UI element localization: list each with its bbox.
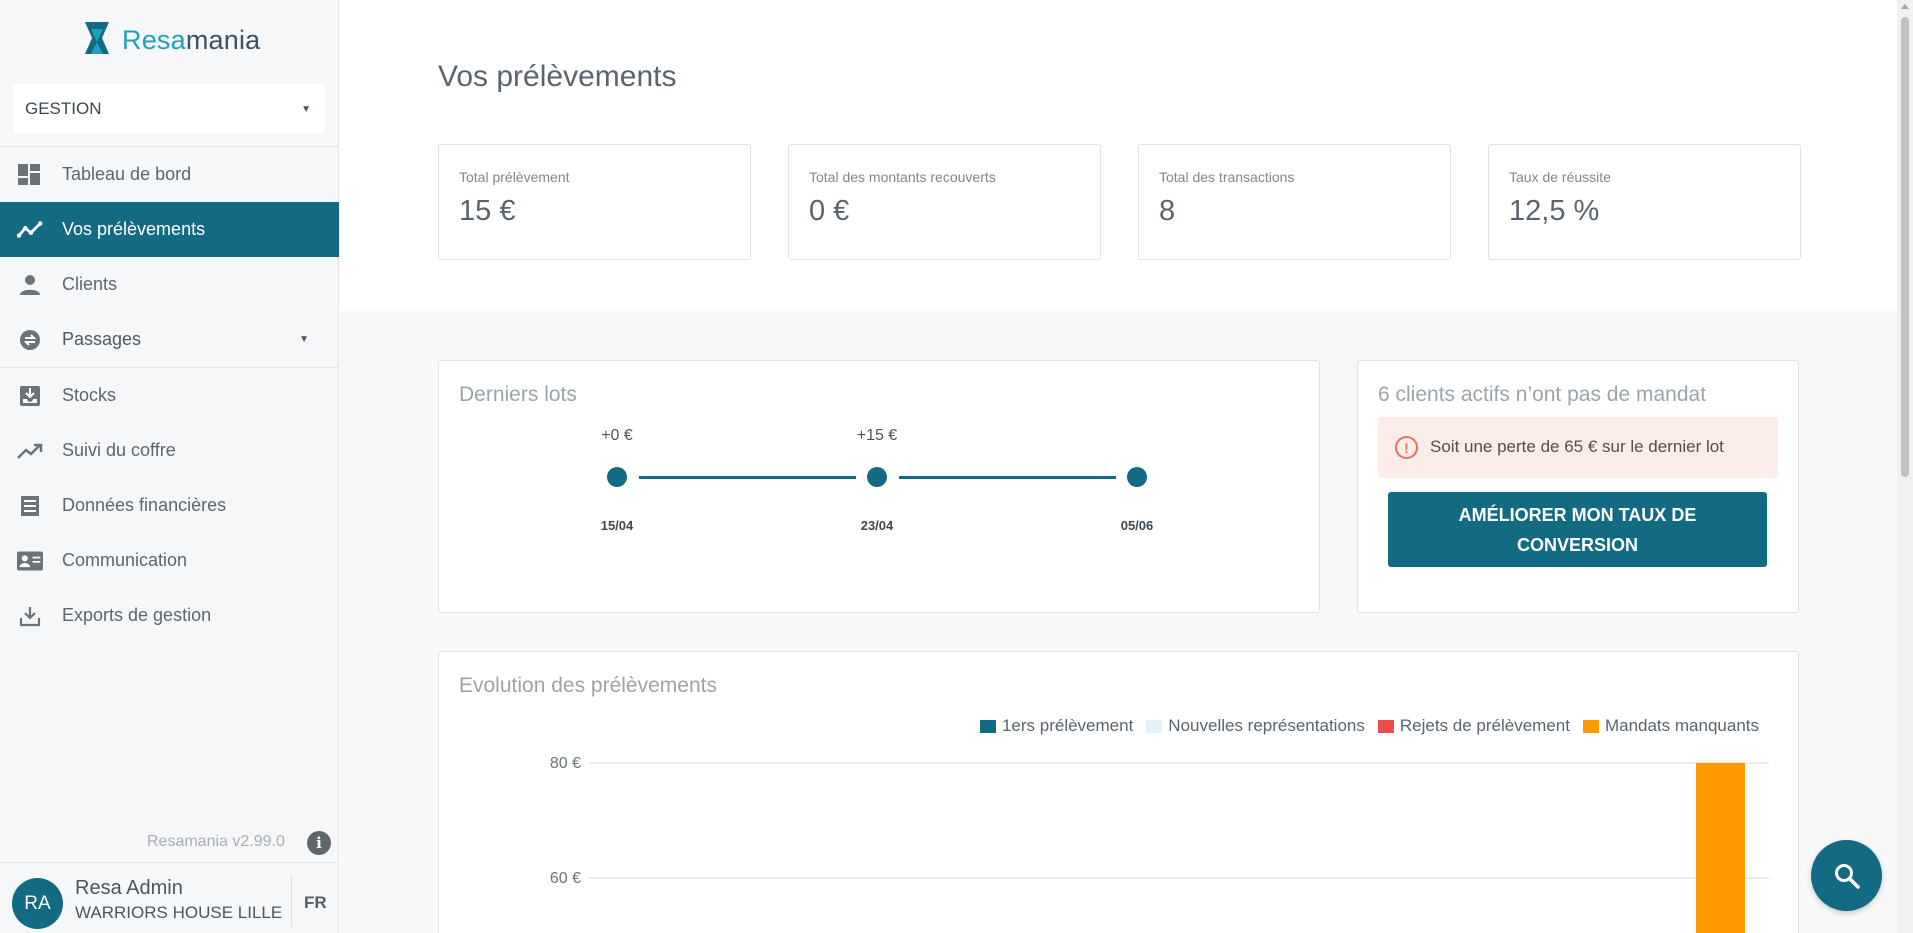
batch-date: 05/06 xyxy=(1120,518,1154,533)
user-name[interactable]: Resa Admin xyxy=(75,877,183,900)
sidebar-item-label: Stocks xyxy=(62,385,117,405)
sidebar-item-exports-de-gestion[interactable]: Exports de gestion xyxy=(0,588,339,643)
sidebar-item-label: Communication xyxy=(62,550,188,570)
debit-evolution-card: Evolution des prélèvements 1ers prélèvem… xyxy=(438,651,1799,933)
button-label-line1: AMÉLIORER MON TAUX DE xyxy=(1458,505,1697,525)
loss-alert: ! Soit une perte de 65 € sur le dernier … xyxy=(1378,417,1778,478)
batch-dot[interactable] xyxy=(867,467,887,487)
resamania-logo-icon xyxy=(85,22,109,54)
batch-date: 23/04 xyxy=(860,518,894,533)
stat-label: Taux de réussite xyxy=(1509,169,1611,185)
logo-text: Resamania xyxy=(122,25,260,56)
app-logo[interactable]: Resamania xyxy=(82,16,260,64)
inbox-icon xyxy=(17,384,43,408)
avatar[interactable]: RA xyxy=(12,878,63,929)
search-icon xyxy=(1834,863,1860,889)
receipt-icon xyxy=(17,494,43,518)
last-batches-card: Derniers lots +0 € 15/04 +15 € 23/04 05/… xyxy=(438,360,1320,613)
batch-amount: +15 € xyxy=(856,427,898,444)
main-content: Vos prélèvements Total prélèvement 15 € … xyxy=(340,0,1897,933)
sidebar-item-label: Tableau de bord xyxy=(62,164,192,184)
page-title: Vos prélèvements xyxy=(438,60,677,93)
timeline-segment xyxy=(899,476,1116,479)
scroll-up-arrow-icon[interactable] xyxy=(1901,4,1909,9)
trend-line-icon xyxy=(17,218,43,242)
sidebar-item-suivi-du-coffre[interactable]: Suivi du coffre xyxy=(0,423,339,478)
card-title: Derniers lots xyxy=(459,383,577,406)
card-title: 6 clients actifs n’ont pas de mandat xyxy=(1378,383,1707,406)
sidebar-item-vos-prelevements[interactable]: Vos prélèvements xyxy=(0,202,339,257)
sidebar-item-label: Passages xyxy=(62,329,142,349)
scrollbar[interactable] xyxy=(1897,0,1913,933)
sidebar-item-communication[interactable]: Communication xyxy=(0,533,339,588)
scrollbar-thumb[interactable] xyxy=(1901,17,1909,477)
sidebar-item-clients[interactable]: Clients xyxy=(0,257,339,312)
trending-up-icon xyxy=(17,439,43,463)
sidebar-item-tableau-de-bord[interactable]: Tableau de bord xyxy=(0,147,339,202)
sidebar: Resamania GESTION ▼ Tableau de bord Vos … xyxy=(0,0,339,933)
section-select[interactable]: GESTION ▼ xyxy=(13,84,325,134)
batch-date: 15/04 xyxy=(600,518,634,533)
y-tick-label: 60 € xyxy=(550,870,581,887)
summary-section: Vos prélèvements Total prélèvement 15 € … xyxy=(340,0,1897,311)
stat-card-total-transactions: Total des transactions 8 xyxy=(1138,144,1451,260)
info-icon[interactable]: i xyxy=(307,831,331,855)
batch-dot[interactable] xyxy=(607,467,627,487)
user-club[interactable]: WARRIORS HOUSE LILLE xyxy=(75,903,282,923)
stat-value: 0 € xyxy=(809,195,850,227)
stat-card-taux-reussite: Taux de réussite 12,5 % xyxy=(1488,144,1801,260)
stat-value: 12,5 % xyxy=(1509,195,1600,227)
sidebar-item-label: Exports de gestion xyxy=(62,605,212,625)
sidebar-item-label: Suivi du coffre xyxy=(62,440,176,460)
missing-mandate-card: 6 clients actifs n’ont pas de mandat ! S… xyxy=(1357,360,1799,613)
logo-text-part1: Resa xyxy=(122,24,186,55)
improve-conversion-button[interactable]: AMÉLIORER MON TAUX DE CONVERSION xyxy=(1388,492,1767,567)
stat-card-total-prelevement: Total prélèvement 15 € xyxy=(438,144,751,260)
batch-amount: +0 € xyxy=(601,427,633,444)
alert-circle-icon: ! xyxy=(1395,436,1418,459)
sidebar-item-passages[interactable]: Passages ▼ xyxy=(0,312,339,367)
search-button[interactable] xyxy=(1811,840,1882,911)
chevron-down-icon: ▼ xyxy=(299,334,309,345)
stat-label: Total des transactions xyxy=(1159,169,1295,185)
stat-value: 8 xyxy=(1159,195,1176,227)
bar-mandats-manquants[interactable] xyxy=(1696,763,1745,933)
sidebar-item-label: Données financières xyxy=(62,495,227,515)
dashboard-icon xyxy=(17,163,43,187)
sidebar-item-label: Clients xyxy=(62,274,118,294)
stat-label: Total des montants recouverts xyxy=(809,169,996,185)
logo-text-part2: mania xyxy=(185,24,261,55)
sidebar-item-label: Vos prélèvements xyxy=(62,219,206,239)
evolution-chart: 80 € 60 € xyxy=(550,755,1769,933)
download-icon xyxy=(17,604,43,628)
user-bar: RA Resa Admin WARRIORS HOUSE LILLE FR xyxy=(0,862,339,933)
person-icon xyxy=(17,273,43,297)
app-version: Resamania v2.99.0 xyxy=(147,833,285,850)
stat-card-montants-recouverts: Total des montants recouverts 0 € xyxy=(788,144,1101,260)
stat-label: Total prélèvement xyxy=(459,169,570,185)
timeline-segment xyxy=(639,476,856,479)
sidebar-item-donnees-financieres[interactable]: Données financières xyxy=(0,478,339,533)
button-label-line2: CONVERSION xyxy=(1516,535,1639,555)
language-switch[interactable]: FR xyxy=(304,893,327,913)
contact-card-icon xyxy=(17,549,43,573)
stat-value: 15 € xyxy=(459,195,516,227)
alert-text: Soit une perte de 65 € sur le dernier lo… xyxy=(1430,437,1724,456)
sidebar-item-stocks[interactable]: Stocks xyxy=(0,368,339,423)
batch-dot[interactable] xyxy=(1127,467,1147,487)
y-tick-label: 80 € xyxy=(550,755,581,772)
divider xyxy=(291,875,292,927)
chevron-down-icon: ▼ xyxy=(301,103,311,115)
swap-icon xyxy=(17,328,43,352)
section-select-value: GESTION xyxy=(25,99,102,118)
